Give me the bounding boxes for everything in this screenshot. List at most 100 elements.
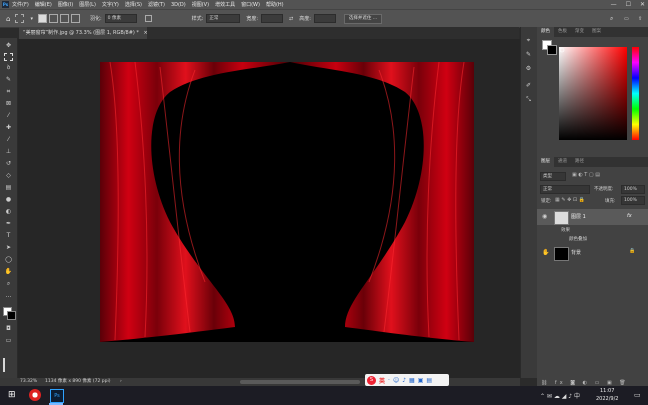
blend-mode-select[interactable]: 正常 <box>540 185 590 194</box>
document-tab[interactable]: “美丽窗帘”制作.jpg @ 73.3% (图层 1, RGB/8#) * × <box>19 27 148 39</box>
start-icon[interactable]: ⊞ <box>8 390 16 400</box>
healing-brush-icon[interactable]: ✚ <box>4 124 13 132</box>
tab-swatches[interactable]: 色板 <box>554 27 571 37</box>
toolbox-icon[interactable]: ▤ <box>426 377 432 384</box>
subtract-selection-icon[interactable] <box>59 14 69 23</box>
blur-tool-icon[interactable]: ● <box>4 196 13 204</box>
background-color-swatch[interactable] <box>7 311 16 320</box>
screen-mode-icon[interactable]: ▭ <box>4 337 13 345</box>
notification-icon[interactable]: ▭ <box>634 391 641 399</box>
menu-help[interactable]: 帮助(H) <box>266 1 284 8</box>
lasso-tool-icon[interactable]: ꝺ <box>4 64 13 72</box>
menu-filter[interactable]: 滤镜(T) <box>148 1 165 8</box>
menu-edit[interactable]: 编辑(E) <box>35 1 52 8</box>
tray-icons[interactable]: ⌃ ✉ ☁ ◢ ♪ 中 <box>540 391 580 400</box>
tab-gradients[interactable]: 渐变 <box>571 27 588 37</box>
fx-badge[interactable]: fx <box>627 213 632 219</box>
height-input[interactable] <box>313 14 336 23</box>
intersect-selection-icon[interactable] <box>70 14 80 23</box>
ime-mode-label[interactable]: 英 <box>379 376 385 385</box>
horizontal-scrollbar[interactable] <box>240 380 360 384</box>
anti-alias-checkbox[interactable] <box>144 15 152 22</box>
menu-layer[interactable]: 图层(L) <box>79 1 96 8</box>
select-and-mask-button[interactable]: 选择并遮住 ... <box>343 13 383 24</box>
menu-image[interactable]: 图像(I) <box>58 1 73 8</box>
visibility-eye-icon[interactable]: ◉ <box>542 213 547 220</box>
marquee-tool-icon[interactable] <box>4 53 13 61</box>
move-tool-icon[interactable]: ✥ <box>4 42 13 50</box>
opacity-input[interactable]: 100% <box>621 185 645 194</box>
search-icon[interactable]: ⌕ <box>610 15 613 23</box>
dodge-tool-icon[interactable]: ◐ <box>4 208 13 216</box>
hand-tool-icon[interactable]: ✋ <box>4 268 13 276</box>
zoom-tool-icon[interactable]: ⌕ <box>4 280 13 288</box>
visibility-hand-icon[interactable]: ✋ <box>542 249 549 256</box>
filter-icons[interactable]: ▣ ◐ T ▢ ▤ <box>572 172 600 178</box>
add-selection-icon[interactable] <box>48 14 58 23</box>
tab-patterns[interactable]: 图案 <box>588 27 605 37</box>
swap-icon[interactable]: ⇄ <box>289 16 293 22</box>
tab-channels[interactable]: 通道 <box>554 157 571 167</box>
close-icon[interactable]: ✕ <box>640 0 645 9</box>
frame-tool-icon[interactable]: ⊠ <box>4 100 13 108</box>
quick-mask-icon[interactable]: ◘ <box>4 325 13 333</box>
photoshop-taskbar-icon[interactable]: Ps <box>50 389 64 403</box>
layer-name[interactable]: 图层 1 <box>571 213 586 220</box>
path-select-icon[interactable]: ➤ <box>4 244 13 252</box>
punctuation-icon[interactable]: · <box>388 377 390 384</box>
properties-panel-icon[interactable]: ✎ <box>524 51 533 59</box>
effect-item-row[interactable]: 颜色叠加 <box>537 234 648 243</box>
lock-icons[interactable]: ▦ ✎ ✥ ⊡ 🔒 <box>555 197 585 203</box>
paths-icon[interactable]: ⤡ <box>524 96 533 104</box>
brush-tool-icon[interactable]: ⁄ <box>4 136 13 144</box>
layer-name[interactable]: 背景 <box>571 249 581 256</box>
canvas[interactable] <box>100 61 474 342</box>
hue-slider[interactable] <box>632 47 639 140</box>
menu-select[interactable]: 选择(S) <box>125 1 142 8</box>
pen-tool-icon[interactable]: ✒ <box>4 220 13 228</box>
brush-settings-icon[interactable]: ✐ <box>524 82 533 90</box>
history-brush-icon[interactable]: ↺ <box>4 160 13 168</box>
menu-3d[interactable]: 3D(D) <box>171 2 186 8</box>
style-select[interactable]: 正常 <box>206 14 241 23</box>
new-selection-icon[interactable] <box>37 14 47 23</box>
menu-type[interactable]: 文字(Y) <box>102 1 119 8</box>
crop-tool-icon[interactable]: ⌗ <box>4 88 13 96</box>
zoom-level[interactable]: 73.32% <box>20 378 37 386</box>
layer-filter-select[interactable]: 类型 <box>540 172 566 181</box>
status-arrow-icon[interactable]: › <box>120 378 122 386</box>
keyboard-icon[interactable]: ▦ <box>409 377 415 384</box>
gradient-tool-icon[interactable]: ▤ <box>4 184 13 192</box>
more-tools-icon[interactable]: … <box>4 292 13 300</box>
browser-app-icon[interactable] <box>29 389 41 401</box>
chevron-down-icon[interactable]: ▾ <box>30 16 33 22</box>
tab-paths[interactable]: 路径 <box>571 157 588 167</box>
maximize-icon[interactable]: ☐ <box>626 0 631 9</box>
tab-color[interactable]: 颜色 <box>537 27 554 37</box>
emoji-icon[interactable]: ☺ <box>393 377 399 384</box>
menu-plugins[interactable]: 增效工具 <box>215 1 235 8</box>
menu-view[interactable]: 视图(V) <box>192 1 209 8</box>
quick-select-icon[interactable]: ✎ <box>4 76 13 84</box>
feather-input[interactable]: 0 像素 <box>104 14 137 23</box>
home-icon[interactable]: ⌂ <box>6 15 10 23</box>
close-tab-icon[interactable]: × <box>144 30 148 36</box>
workspace-icon[interactable]: ▭ <box>624 16 629 22</box>
adjustments-panel-icon[interactable]: ⚙ <box>524 65 533 73</box>
bg-color-chip[interactable] <box>547 45 557 55</box>
clone-stamp-icon[interactable]: ⊥ <box>4 148 13 156</box>
minimize-icon[interactable]: — <box>611 0 617 9</box>
history-panel-icon[interactable]: ⌖ <box>524 37 533 45</box>
effects-row[interactable]: 效果 <box>537 225 648 234</box>
tab-layers[interactable]: 图层 <box>537 157 554 167</box>
eyedropper-icon[interactable]: ⁄ <box>4 112 13 120</box>
type-tool-icon[interactable]: T <box>4 232 13 240</box>
ime-toolbar[interactable]: S 英 · ☺ ♪ ▦ ▣ ▤ <box>365 374 449 386</box>
menu-window[interactable]: 窗口(W) <box>241 1 260 8</box>
width-input[interactable] <box>261 14 284 23</box>
eraser-icon[interactable]: ◇ <box>4 172 13 180</box>
color-picker-field[interactable] <box>559 47 627 140</box>
voice-icon[interactable]: ♪ <box>402 377 406 384</box>
ellipse-tool-icon[interactable]: ◯ <box>4 256 13 264</box>
layer-row-background[interactable]: ✋ 背景 🔒 <box>537 245 648 261</box>
